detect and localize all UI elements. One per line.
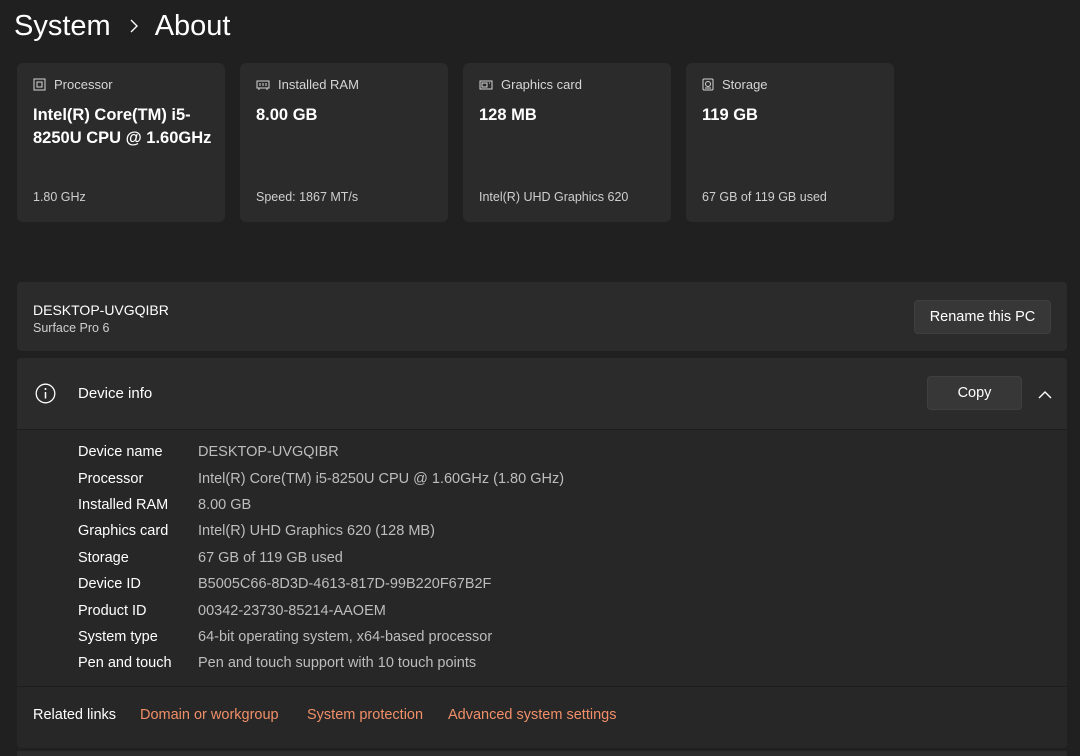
info-label: Storage <box>78 549 129 566</box>
spec-card-label: Installed RAM <box>278 77 359 92</box>
info-value: 8.00 GB <box>198 496 252 513</box>
spec-card-ram: Installed RAM 8.00 GB Speed: 1867 MT/s <box>240 63 448 222</box>
related-links-title: Related links <box>33 707 117 723</box>
breadcrumb-system[interactable]: System <box>14 10 111 43</box>
info-label: Processor <box>78 470 144 487</box>
info-row-device-id: Device ID B5005C66-8D3D-4613-817D-99B220… <box>78 571 564 597</box>
spec-card-value: 128 MB <box>479 106 537 124</box>
info-value: 64-bit operating system, x64-based proce… <box>198 628 493 645</box>
info-row-processor: Processor Intel(R) Core(TM) i5-8250U CPU… <box>78 465 564 491</box>
info-value: Intel(R) UHD Graphics 620 (128 MB) <box>198 523 435 540</box>
spec-card-detail: Speed: 1867 MT/s <box>256 190 359 204</box>
next-panel-edge <box>17 751 1067 756</box>
graphics-card-icon <box>479 80 493 89</box>
device-info-header[interactable]: Device info Copy <box>17 358 1067 430</box>
info-row-storage: Storage 67 GB of 119 GB used <box>78 545 564 571</box>
link-advanced-system-settings[interactable]: Advanced system settings <box>448 707 616 723</box>
pc-name: DESKTOP-UVGQIBR <box>33 302 169 318</box>
spec-card-detail: 1.80 GHz <box>33 190 86 204</box>
page-title: About <box>154 9 231 42</box>
info-value: Pen and touch support with 10 touch poin… <box>198 655 477 672</box>
info-row-installed-ram: Installed RAM 8.00 GB <box>78 492 564 518</box>
device-info-panel: Device info Copy Device name DESKTOP-UVG… <box>17 358 1067 748</box>
info-row-pen-touch: Pen and touch Pen and touch support with… <box>78 650 564 676</box>
spec-card-value: Intel(R) Core(TM) i5-8250U CPU @ 1.60GHz <box>33 106 212 147</box>
info-value: B5005C66-8D3D-4613-817D-99B220F67B2F <box>198 576 492 593</box>
related-links: Related links Domain or workgroup System… <box>17 686 1067 748</box>
spec-card-storage: Storage 119 GB 67 GB of 119 GB used <box>686 63 894 222</box>
device-info-title: Device info <box>78 385 153 402</box>
spec-card-detail: Intel(R) UHD Graphics 620 <box>479 190 629 204</box>
info-icon <box>35 383 56 409</box>
info-label: Device name <box>78 444 163 461</box>
chevron-right-icon <box>129 19 139 33</box>
spec-card-processor: Processor Intel(R) Core(TM) i5-8250U CPU… <box>17 63 225 222</box>
pc-model: Surface Pro 6 <box>33 321 110 335</box>
info-value: 00342-23730-85214-AAOEM <box>198 602 386 619</box>
chevron-up-icon[interactable] <box>1035 384 1055 404</box>
spec-card-label: Processor <box>54 77 113 92</box>
info-value: DESKTOP-UVGQIBR <box>198 444 339 461</box>
info-label: Device ID <box>78 576 141 593</box>
info-row-product-id: Product ID 00342-23730-85214-AAOEM <box>78 597 564 623</box>
spec-card-value: 119 GB <box>702 106 758 124</box>
rename-pc-button[interactable]: Rename this PC <box>914 300 1051 334</box>
info-label: Pen and touch <box>78 655 172 672</box>
spec-card-detail: 67 GB of 119 GB used <box>702 190 827 204</box>
spec-cards: Processor Intel(R) Core(TM) i5-8250U CPU… <box>17 63 894 222</box>
processor-icon <box>33 78 46 91</box>
storage-icon <box>702 78 714 91</box>
ram-icon <box>256 80 270 90</box>
device-info-table: Device name DESKTOP-UVGQIBR Processor In… <box>78 439 564 677</box>
spec-card-value: 8.00 GB <box>256 106 318 124</box>
link-domain-workgroup[interactable]: Domain or workgroup <box>140 707 279 723</box>
spec-card-graphics: Graphics card 128 MB Intel(R) UHD Graphi… <box>463 63 671 222</box>
link-system-protection[interactable]: System protection <box>307 707 423 723</box>
pc-name-panel: DESKTOP-UVGQIBR Surface Pro 6 Rename thi… <box>17 282 1067 351</box>
copy-button[interactable]: Copy <box>927 376 1022 410</box>
info-row-system-type: System type 64-bit operating system, x64… <box>78 624 564 650</box>
info-row-graphics-card: Graphics card Intel(R) UHD Graphics 620 … <box>78 518 564 544</box>
info-label: System type <box>78 628 158 645</box>
info-label: Product ID <box>78 602 147 619</box>
breadcrumb: System About <box>14 4 230 48</box>
info-row-device-name: Device name DESKTOP-UVGQIBR <box>78 439 564 465</box>
info-label: Graphics card <box>78 523 169 540</box>
spec-card-label: Storage <box>722 77 768 92</box>
info-value: 67 GB of 119 GB used <box>198 549 343 566</box>
spec-card-label: Graphics card <box>501 77 582 92</box>
info-label: Installed RAM <box>78 496 169 513</box>
info-value: Intel(R) Core(TM) i5-8250U CPU @ 1.60GHz… <box>198 470 565 487</box>
